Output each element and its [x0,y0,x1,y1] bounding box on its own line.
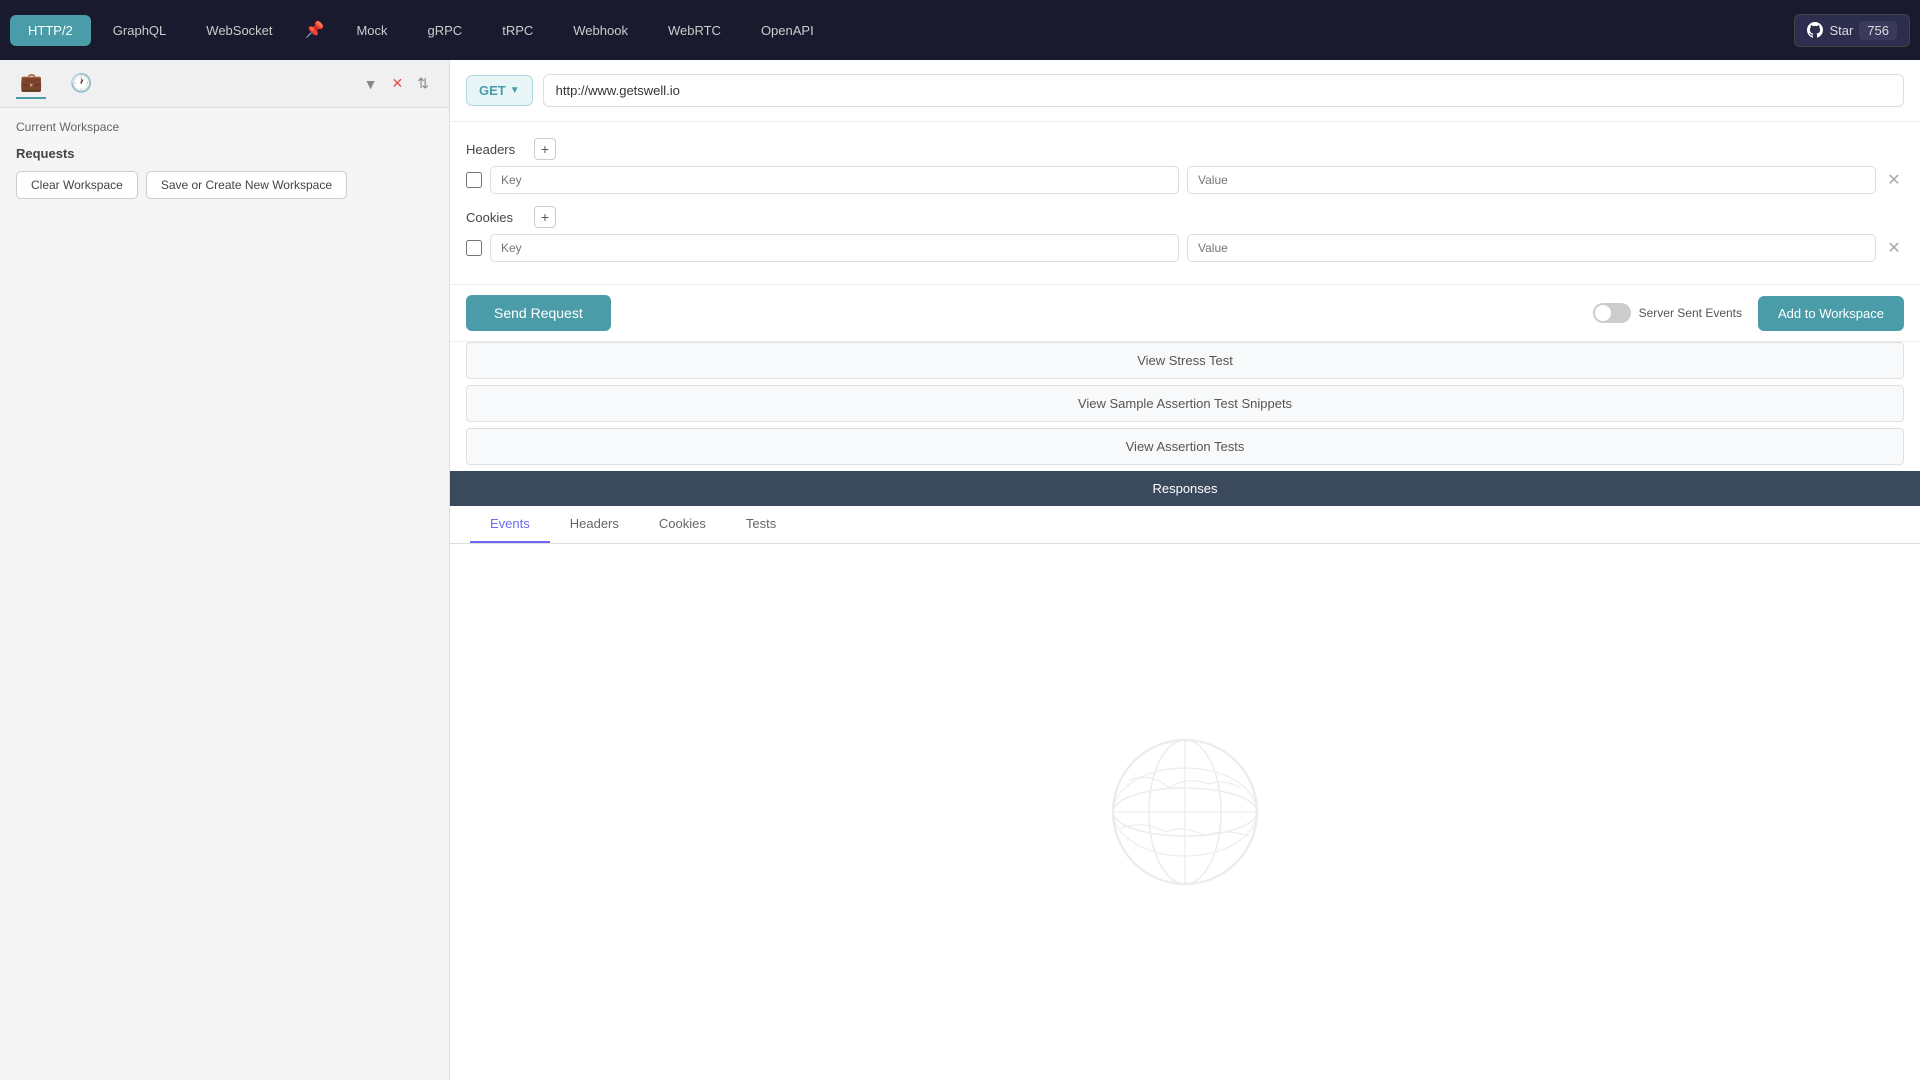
sse-toggle-area: Server Sent Events [1593,303,1742,323]
github-icon [1807,22,1823,38]
content-area: GET ▼ Headers + ✕ [450,60,1920,1080]
assertion-tests-btn[interactable]: View Assertion Tests [466,428,1904,465]
tab-trpc[interactable]: tRPC [484,15,551,46]
top-bar: HTTP/2 GraphQL WebSocket 📌 Mock gRPC tRP… [0,0,1920,60]
tab-grpc[interactable]: gRPC [410,15,481,46]
method-chevron-icon: ▼ [510,85,520,96]
add-header-btn[interactable]: + [534,138,556,160]
sse-toggle[interactable] [1593,303,1631,323]
tab-graphql[interactable]: GraphQL [95,15,184,46]
tab-tests[interactable]: Tests [726,506,796,543]
tab-webhook[interactable]: Webhook [555,15,646,46]
cookies-label: Cookies [466,210,526,225]
stress-test-btn[interactable]: View Stress Test [466,342,1904,379]
tab-webrtc[interactable]: WebRTC [650,15,739,46]
cookies-section: Cookies + ✕ [466,206,1904,262]
workspace-close-btn[interactable]: ✕ [388,73,408,94]
sidebar-content: Current Workspace Requests Clear Workspa… [0,108,449,211]
assertion-snippets-btn[interactable]: View Sample Assertion Test Snippets [466,385,1904,422]
sidebar-tabs: 💼 🕐 ▼ ✕ ⇅ [0,60,449,108]
add-cookie-btn[interactable]: + [534,206,556,228]
sidebar: 💼 🕐 ▼ ✕ ⇅ Current Workspace Requests Cle… [0,60,450,1080]
cookie-delete-btn-1[interactable]: ✕ [1884,238,1904,258]
request-config: Headers + ✕ Cookies + [450,122,1920,285]
tab-events[interactable]: Events [470,506,550,543]
headers-section: Headers + ✕ [466,138,1904,194]
github-star-button[interactable]: Star 756 [1794,14,1910,47]
github-star-count: 756 [1859,21,1897,40]
cookies-label-row: Cookies + [466,206,1904,228]
add-to-workspace-button[interactable]: Add to Workspace [1758,296,1904,331]
workspace-export-btn[interactable]: ⇅ [413,73,433,94]
cookie-value-input-1[interactable] [1187,234,1876,262]
pin-icon[interactable]: 📌 [295,12,335,48]
requests-section: Requests Clear Workspace Save or Create … [16,146,433,199]
actions-row: Send Request Server Sent Events Add to W… [450,285,1920,342]
clear-workspace-button[interactable]: Clear Workspace [16,171,138,199]
tab-headers[interactable]: Headers [550,506,639,543]
sse-label: Server Sent Events [1639,306,1742,320]
send-request-button[interactable]: Send Request [466,295,611,331]
cookie-checkbox-1[interactable] [466,240,482,256]
requests-heading: Requests [16,146,433,161]
headers-label: Headers [466,142,526,157]
empty-state-globe-icon [1105,732,1265,892]
cookie-row-1: ✕ [466,234,1904,262]
workspace-header: Current Workspace [16,120,433,134]
tab-http2[interactable]: HTTP/2 [10,15,91,46]
headers-label-row: Headers + [466,138,1904,160]
history-icon[interactable]: 🕐 [66,69,96,98]
tab-openapi[interactable]: OpenAPI [743,15,832,46]
header-checkbox-1[interactable] [466,172,482,188]
header-value-input-1[interactable] [1187,166,1876,194]
response-tabs: Events Headers Cookies Tests [450,506,1920,544]
collapsible-section: View Stress Test View Sample Assertion T… [450,342,1920,471]
tab-mock[interactable]: Mock [338,15,405,46]
workspace-buttons: Clear Workspace Save or Create New Works… [16,171,433,199]
request-bar: GET ▼ [450,60,1920,122]
response-body [450,544,1920,1080]
main-layout: 💼 🕐 ▼ ✕ ⇅ Current Workspace Requests Cle… [0,60,1920,1080]
header-key-input-1[interactable] [490,166,1179,194]
method-label: GET [479,83,506,98]
responses-header: Responses [450,471,1920,506]
responses-area: Responses Events Headers Cookies Tests [450,471,1920,1080]
url-input[interactable] [543,74,1904,107]
briefcase-icon[interactable]: 💼 [16,68,46,99]
header-row-1: ✕ [466,166,1904,194]
workspace-label: Current Workspace [16,120,119,134]
method-selector[interactable]: GET ▼ [466,75,533,106]
save-workspace-button[interactable]: Save or Create New Workspace [146,171,347,199]
cookie-key-input-1[interactable] [490,234,1179,262]
github-star-label: Star [1829,23,1853,38]
tab-websocket[interactable]: WebSocket [188,15,290,46]
workspace-dropdown-btn[interactable]: ▼ [360,73,382,94]
tab-cookies[interactable]: Cookies [639,506,726,543]
header-delete-btn-1[interactable]: ✕ [1884,170,1904,190]
